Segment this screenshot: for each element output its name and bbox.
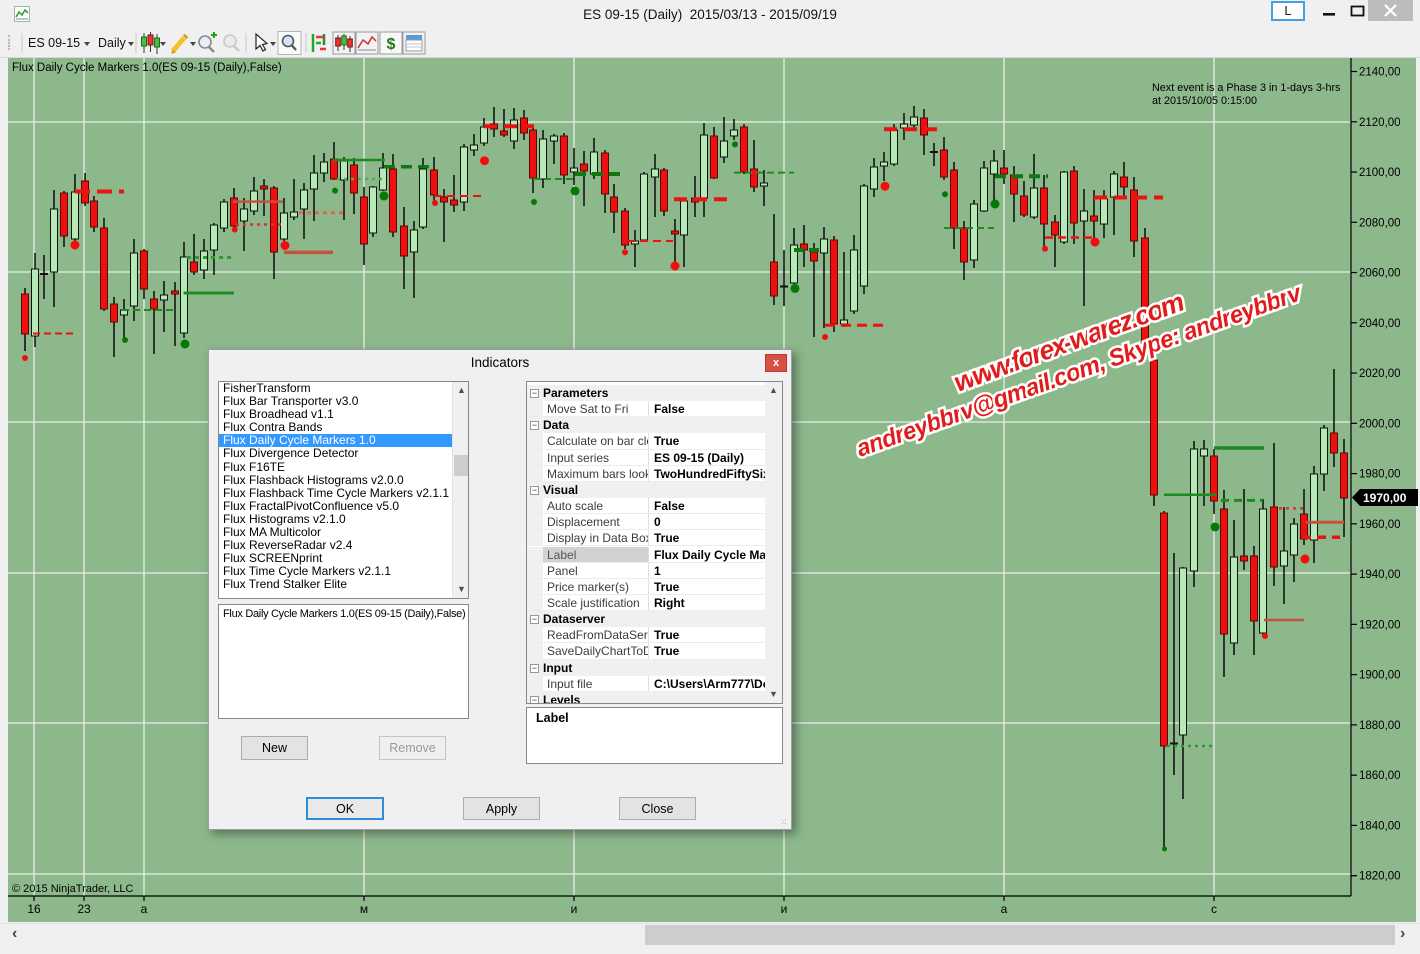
- svg-text:Next event is a Phase 3 in 1-d: Next event is a Phase 3 in 1-days 3-hrs: [1152, 82, 1341, 94]
- svg-text:1940,00: 1940,00: [1359, 569, 1401, 581]
- svg-text:Flux Daily Cycle Markers 1.0(E: Flux Daily Cycle Markers 1.0(ES 09-15 (D…: [12, 62, 282, 74]
- svg-text:1960,00: 1960,00: [1359, 519, 1401, 531]
- svg-text:и: и: [571, 902, 578, 916]
- svg-text:1840,00: 1840,00: [1359, 820, 1401, 832]
- svg-text:а: а: [1001, 902, 1008, 916]
- svg-text:2100,00: 2100,00: [1359, 167, 1401, 179]
- svg-text:1970,00: 1970,00: [1363, 491, 1407, 505]
- svg-text:1900,00: 1900,00: [1359, 670, 1401, 682]
- svg-text:1820,00: 1820,00: [1359, 871, 1401, 883]
- svg-text:2040,00: 2040,00: [1359, 318, 1401, 330]
- svg-text:23: 23: [77, 902, 91, 916]
- svg-text:2120,00: 2120,00: [1359, 117, 1401, 129]
- svg-text:1980,00: 1980,00: [1359, 469, 1401, 481]
- svg-text:2020,00: 2020,00: [1359, 368, 1401, 380]
- svg-text:at 2015/10/05 0:15:00: at 2015/10/05 0:15:00: [1152, 95, 1257, 107]
- svg-text:а: а: [141, 902, 148, 916]
- svg-text:м: м: [360, 902, 368, 916]
- svg-text:© 2015 NinjaTrader, LLC: © 2015 NinjaTrader, LLC: [12, 883, 133, 895]
- svg-text:1920,00: 1920,00: [1359, 619, 1401, 631]
- svg-text:16: 16: [27, 902, 41, 916]
- svg-text:и: и: [781, 902, 788, 916]
- svg-text:1880,00: 1880,00: [1359, 720, 1401, 732]
- svg-text:2140,00: 2140,00: [1359, 67, 1401, 79]
- svg-text:2000,00: 2000,00: [1359, 418, 1401, 430]
- svg-text:2080,00: 2080,00: [1359, 217, 1401, 229]
- svg-text:$: $: [387, 36, 396, 53]
- svg-text:2060,00: 2060,00: [1359, 268, 1401, 280]
- svg-text:1860,00: 1860,00: [1359, 770, 1401, 782]
- svg-text:с: с: [1211, 902, 1217, 916]
